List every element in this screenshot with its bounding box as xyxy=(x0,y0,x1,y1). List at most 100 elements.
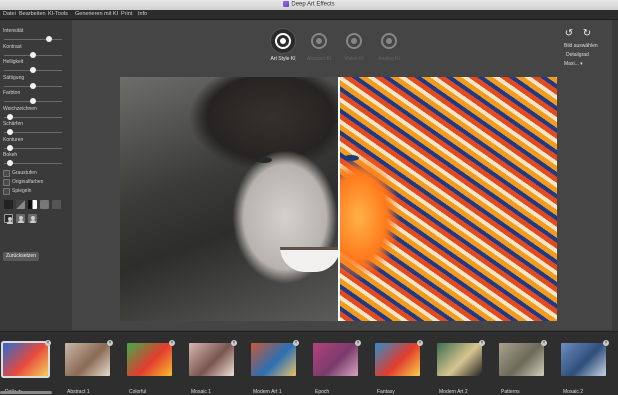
style-label: Patterns xyxy=(501,389,520,395)
style-label: Epoch xyxy=(315,389,330,395)
checkbox-graustufen[interactable] xyxy=(3,170,10,177)
slider-label: Farbton xyxy=(3,90,21,96)
style-thumbnail[interactable]: × Mosaic 2 xyxy=(561,340,609,395)
close-icon[interactable]: × xyxy=(231,340,237,346)
style-thumbnail[interactable]: × Fantasy xyxy=(375,340,423,395)
style-preview-image xyxy=(189,343,234,376)
adjustment-sidebar: Graustufen Originalfarben Spiegeln Zurüc… xyxy=(0,20,68,330)
close-icon[interactable]: × xyxy=(479,340,485,346)
bg-swatch-dark-gray[interactable] xyxy=(52,200,61,209)
style-preview-image xyxy=(251,343,296,376)
slider-knob[interactable] xyxy=(6,129,13,135)
close-icon[interactable]: × xyxy=(417,340,423,346)
size-value: Maxi... xyxy=(564,61,579,67)
detail-label: Detailgrad xyxy=(566,52,589,58)
style-preview-image xyxy=(3,343,48,376)
style-thumbnail[interactable]: × Patterns xyxy=(499,340,547,395)
mode-label: Analog KI xyxy=(378,56,400,62)
slider-track[interactable] xyxy=(4,163,62,164)
chevron-down-icon: ▾ xyxy=(580,61,583,67)
menu-datei[interactable]: Datei xyxy=(3,11,16,17)
redo-icon[interactable]: ↻ xyxy=(581,28,593,40)
mode-art-style[interactable]: Art Style KI xyxy=(268,29,298,62)
mode-label: Vision KI xyxy=(344,56,364,62)
menu-bar: Datei Bearbeiten KI-Tools Generieren mit… xyxy=(0,10,618,20)
style-thumbnail[interactable]: × Modern Art 1 xyxy=(251,340,299,395)
image-canvas[interactable] xyxy=(120,77,557,321)
style-label: Abstract 1 xyxy=(67,389,90,395)
menu-ki-tools[interactable]: KI-Tools xyxy=(48,11,68,17)
slider-knob[interactable] xyxy=(6,144,13,151)
size-dropdown[interactable]: Maxi... ▾ xyxy=(564,61,583,67)
close-icon[interactable]: × xyxy=(293,340,299,346)
choose-image-button[interactable]: Bild auswählen xyxy=(564,43,598,49)
slider-knob[interactable] xyxy=(30,82,36,89)
close-icon[interactable]: × xyxy=(45,340,51,346)
bg-swatch-split[interactable] xyxy=(28,200,37,209)
slider-track[interactable] xyxy=(4,39,62,40)
slider-track[interactable] xyxy=(4,132,62,133)
style-label: Fantasy xyxy=(377,389,395,395)
slider-label: Sättigung xyxy=(3,74,25,81)
slider-label: Weichzeichnen xyxy=(3,105,37,112)
style-thumbnail[interactable]: × Mosaic 1 xyxy=(189,340,237,395)
compare-split-handle[interactable] xyxy=(338,77,340,321)
menu-info[interactable]: Info xyxy=(138,11,147,17)
portrait-mode-1-icon[interactable] xyxy=(4,214,13,224)
checkbox-label-graustufen: Graustufen xyxy=(12,170,37,176)
slider-knob[interactable] xyxy=(30,51,36,58)
style-label: Modern Art 2 xyxy=(439,389,468,395)
bg-swatch-diagonal[interactable] xyxy=(16,200,25,209)
checkbox-spiegeln[interactable] xyxy=(3,188,10,195)
menu-generieren[interactable]: Generieren mit KI xyxy=(75,11,118,17)
window-title-text: Deep Art Effects xyxy=(291,1,335,8)
style-filmstrip: ×Daily ★×Abstract 1×Colorful×Mosaic 1×Mo… xyxy=(0,331,618,395)
eye xyxy=(256,157,272,163)
mode-label: Art Style KI xyxy=(270,56,296,62)
checkbox-originalfarben[interactable] xyxy=(3,179,10,186)
mode-abstract[interactable]: Abstract KI xyxy=(304,29,334,62)
close-icon[interactable]: × xyxy=(541,340,547,346)
style-preview-image xyxy=(65,343,110,376)
vision-icon xyxy=(342,29,366,53)
style-thumbnail[interactable]: × Epoch xyxy=(313,340,361,395)
portrait-mode-3-icon[interactable] xyxy=(28,214,37,223)
original-photo xyxy=(120,77,340,321)
slider-knob[interactable] xyxy=(6,113,13,120)
analog-icon xyxy=(377,29,401,53)
style-thumbnail[interactable]: × Colorful xyxy=(127,340,175,395)
art-style-icon xyxy=(271,29,295,53)
bg-swatch-black[interactable] xyxy=(4,200,13,209)
reset-button[interactable]: Zurücksetzen xyxy=(3,252,39,261)
mode-analog[interactable]: Analog KI xyxy=(374,29,404,62)
style-thumbnail[interactable]: × Abstract 1 xyxy=(65,340,113,395)
undo-icon[interactable]: ↺ xyxy=(563,28,575,40)
style-preview-image xyxy=(313,343,358,376)
close-icon[interactable]: × xyxy=(355,340,361,346)
title-bar: Deep Art Effects xyxy=(0,0,618,10)
slider-knob[interactable] xyxy=(30,98,36,104)
slider-label: Bokeh xyxy=(3,152,18,158)
close-icon[interactable]: × xyxy=(107,340,113,346)
checkbox-label-spiegeln: Spiegeln xyxy=(12,188,32,194)
slider-knob[interactable] xyxy=(30,67,36,73)
mode-vision[interactable]: Vision KI xyxy=(339,29,369,62)
bg-swatch-gray[interactable] xyxy=(40,200,49,209)
checkbox-label-originalfarben: Originalfarben xyxy=(12,179,44,185)
menu-print[interactable]: Print xyxy=(121,11,132,17)
slider-track[interactable] xyxy=(4,116,62,118)
close-icon[interactable]: × xyxy=(169,340,175,346)
close-icon[interactable]: × xyxy=(603,340,609,346)
style-thumbnail[interactable]: ×Daily ★ xyxy=(3,340,51,395)
slider-knob[interactable] xyxy=(6,160,13,166)
style-preview-image xyxy=(375,343,420,376)
slider-knob[interactable] xyxy=(45,36,52,42)
menu-bearbeiten[interactable]: Bearbeiten xyxy=(19,11,46,17)
style-thumbnail[interactable]: × Modern Art 2 xyxy=(437,340,485,395)
portrait-mode-2-icon[interactable] xyxy=(16,214,25,223)
style-preview-image xyxy=(127,343,172,376)
slider-track[interactable] xyxy=(4,147,62,149)
mouth xyxy=(280,247,340,272)
stylized-photo xyxy=(339,77,557,321)
window-title: Deep Art Effects xyxy=(0,1,618,8)
